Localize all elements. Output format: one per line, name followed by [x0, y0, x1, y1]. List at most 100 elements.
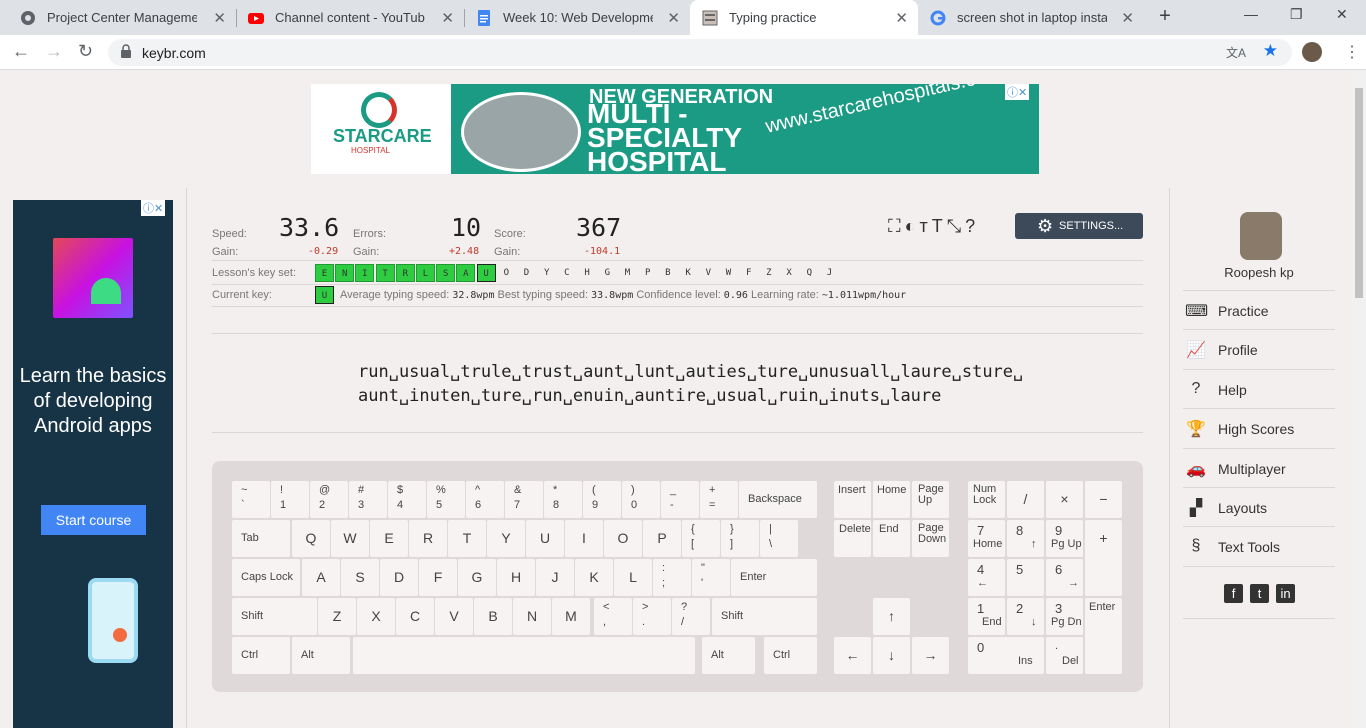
key-insert[interactable]: Insert — [834, 481, 871, 518]
key-y[interactable]: Y — [487, 520, 525, 557]
key-3[interactable]: #3 — [349, 481, 387, 518]
key-q[interactable]: Q — [292, 520, 330, 557]
key-num-1[interactable]: 1 End — [968, 598, 1005, 635]
key-punct[interactable]: :; — [653, 559, 691, 596]
key-num-multiply[interactable]: × — [1046, 481, 1083, 518]
key-bracket[interactable]: }] — [721, 520, 759, 557]
more-menu-icon[interactable]: ⋮ — [1344, 42, 1360, 62]
key-num-decimal[interactable]: . Del — [1046, 637, 1083, 674]
key-alt-left[interactable]: Alt — [292, 637, 350, 674]
key-num-7[interactable]: 7 Home — [968, 520, 1005, 557]
key-num-2[interactable]: 2 ↓ — [1007, 598, 1044, 635]
minimize-icon[interactable]: — — [1244, 6, 1258, 22]
key-c[interactable]: C — [396, 598, 434, 635]
address-bar[interactable]: keybr.com 文A ★ — [108, 39, 1292, 66]
key-g[interactable]: G — [458, 559, 496, 596]
facebook-icon[interactable]: f — [1224, 584, 1243, 603]
key-=[interactable]: + = — [700, 481, 738, 518]
key-num-lock[interactable]: Num Lock — [968, 481, 1005, 518]
profile-avatar-icon[interactable] — [1302, 42, 1322, 62]
key-punct[interactable]: >. — [633, 598, 671, 635]
key-ctrl-right[interactable]: Ctrl — [764, 637, 817, 674]
key-z[interactable]: Z — [318, 598, 356, 635]
key-f[interactable]: F — [419, 559, 457, 596]
sidebar-item-multiplayer[interactable]: 🚗 Multiplayer — [1183, 447, 1335, 487]
key-num-3[interactable]: 3 Pg Dn — [1046, 598, 1083, 635]
expand-icon[interactable]: ⤡ — [947, 216, 965, 236]
key-k[interactable]: K — [575, 559, 613, 596]
font-size-icon[interactable]: ᴛT — [919, 216, 946, 236]
key-space[interactable] — [353, 637, 695, 674]
key-arrow-up[interactable]: ↑ — [873, 598, 910, 635]
maximize-icon[interactable]: ❐ — [1290, 6, 1303, 23]
key-ctrl-left[interactable]: Ctrl — [232, 637, 290, 674]
key-shift-right[interactable]: Shift — [712, 598, 817, 635]
key-num-4[interactable]: 4 ← — [968, 559, 1005, 596]
key-num-6[interactable]: 6 → — [1046, 559, 1083, 596]
key-arrow-right[interactable]: → — [912, 637, 949, 674]
start-course-button[interactable]: Start course — [41, 505, 146, 535]
key-6[interactable]: ^ 6 — [466, 481, 504, 518]
key-i[interactable]: I — [565, 520, 603, 557]
key-u[interactable]: U — [526, 520, 564, 557]
key-m[interactable]: M — [552, 598, 590, 635]
key-page-up[interactable]: Page Up — [912, 481, 949, 518]
key-d[interactable]: D — [380, 559, 418, 596]
translate-icon[interactable]: 文A — [1226, 44, 1246, 61]
key-num-9[interactable]: 9 Pg Up — [1046, 520, 1083, 557]
key-arrow-down[interactable]: ↓ — [873, 637, 910, 674]
browser-tab-typing-practice[interactable]: Typing practice ✕ — [690, 0, 918, 35]
sidebar-item-profile[interactable]: 📈 Profile — [1183, 329, 1335, 368]
key-4[interactable]: $4 — [388, 481, 426, 518]
browser-tab-google[interactable]: screen shot in laptop install - G ✕ — [918, 0, 1144, 35]
key-2[interactable]: @2 — [310, 481, 348, 518]
key-num-0[interactable]: 0 Ins — [968, 637, 1044, 674]
key-7[interactable]: & 7 — [505, 481, 543, 518]
key-`[interactable]: ~ ` — [232, 481, 270, 518]
key-num-minus[interactable]: − — [1085, 481, 1122, 518]
key-a[interactable]: A — [302, 559, 340, 596]
key-punct[interactable]: ? / — [672, 598, 710, 635]
close-icon[interactable]: ✕ — [1121, 9, 1134, 27]
linkedin-icon[interactable]: in — [1276, 584, 1295, 603]
key-num-8[interactable]: 8 ↑ — [1007, 520, 1044, 557]
key-home[interactable]: Home — [873, 481, 910, 518]
close-window-icon[interactable]: ✕ — [1336, 6, 1348, 23]
ad-choices-icon[interactable]: ⓘ✕ — [1005, 84, 1030, 100]
avatar[interactable] — [1240, 212, 1282, 260]
key-0[interactable]: ) 0 — [622, 481, 660, 518]
key-num-enter[interactable]: Enter — [1085, 598, 1122, 674]
close-icon[interactable]: ✕ — [895, 9, 908, 27]
key-bracket[interactable]: {[ — [682, 520, 720, 557]
fullscreen-icon[interactable]: ⛶ — [888, 216, 905, 236]
key-delete[interactable]: Delete — [834, 520, 871, 557]
key-n[interactable]: N — [513, 598, 551, 635]
key-o[interactable]: O — [604, 520, 642, 557]
close-icon[interactable]: ✕ — [667, 9, 680, 27]
sidebar-item-text-tools[interactable]: § Text Tools — [1183, 526, 1335, 565]
key-p[interactable]: P — [643, 520, 681, 557]
lesson-text-line-2[interactable]: aunt␣inuten␣ture␣run␣enuin␣auntire␣usual… — [358, 386, 941, 406]
key-t[interactable]: T — [448, 520, 486, 557]
key-w[interactable]: W — [331, 520, 369, 557]
key-9[interactable]: (9 — [583, 481, 621, 518]
scrollbar-thumb[interactable] — [1355, 88, 1363, 298]
key-tab[interactable]: Tab — [232, 520, 290, 557]
reload-icon[interactable]: ↻ — [78, 41, 93, 62]
key-arrow-left[interactable]: ← — [834, 637, 871, 674]
forward-icon[interactable]: → — [45, 41, 63, 62]
key-v[interactable]: V — [435, 598, 473, 635]
key-8[interactable]: * 8 — [544, 481, 582, 518]
ad-choices-icon[interactable]: ⓘ✕ — [141, 200, 166, 216]
key-num-plus[interactable]: + — [1085, 520, 1122, 596]
sidebar-item-layouts[interactable]: ▞ Layouts — [1183, 487, 1335, 526]
sidebar-item-practice[interactable]: ⌨ Practice — [1183, 290, 1335, 329]
key-j[interactable]: J — [536, 559, 574, 596]
key-1[interactable]: ! 1 — [271, 481, 309, 518]
key-enter[interactable]: Enter — [731, 559, 817, 596]
key-num-divide[interactable]: / — [1007, 481, 1044, 518]
key-b[interactable]: B — [474, 598, 512, 635]
back-icon[interactable]: ← — [12, 41, 30, 62]
key-l[interactable]: L — [614, 559, 652, 596]
browser-tab-youtube[interactable]: Channel content - YouTube Stu ✕ — [236, 0, 464, 35]
